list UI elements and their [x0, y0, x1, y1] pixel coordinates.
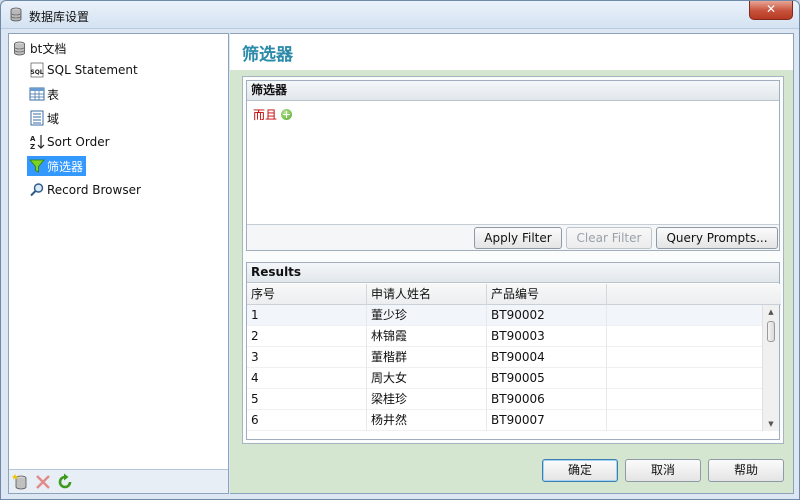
table-cell: 3 — [247, 347, 367, 368]
table-cell: BT90002 — [487, 305, 607, 326]
table-icon — [29, 87, 45, 101]
tree-root-database[interactable]: bt文档 — [13, 39, 66, 57]
table-cell: 周大女 — [367, 368, 487, 389]
table-row[interactable]: 3 董楷群 BT90004 — [247, 347, 763, 368]
table-cell — [607, 410, 763, 431]
table-cell — [607, 326, 763, 347]
database-icon — [10, 7, 22, 22]
close-button[interactable]: ✕ — [749, 1, 793, 20]
sort-az-icon: A Z — [30, 135, 45, 150]
svg-text:SQL: SQL — [30, 69, 43, 76]
page-title: 筛选器 — [242, 45, 293, 65]
column-header[interactable]: 产品编号 — [487, 284, 607, 305]
tree-item-label: 域 — [47, 111, 60, 126]
tree-item-label: Sort Order — [47, 135, 110, 149]
cancel-button[interactable]: 取消 — [625, 459, 701, 482]
tree-item-label: 表 — [47, 87, 60, 102]
title-bar[interactable]: 数据库设置 ✕ — [1, 1, 799, 29]
scroll-up-arrow-icon[interactable]: ▲ — [763, 305, 779, 319]
table-cell: 董少珍 — [367, 305, 487, 326]
filter-button-bar: Apply Filter Clear Filter Query Prompts.… — [247, 224, 779, 250]
clear-filter-button[interactable]: Clear Filter — [566, 227, 652, 249]
svg-text:A: A — [30, 135, 36, 143]
table-row[interactable]: 1 董少珍 BT90002 — [247, 305, 763, 326]
and-operator-link[interactable]: 而且 — [253, 106, 277, 123]
add-condition-icon[interactable] — [281, 109, 292, 120]
sql-icon: SQL — [30, 62, 44, 78]
tree-item-filter[interactable]: 筛选器 — [27, 156, 87, 176]
filter-group: 筛选器 而且 Apply Filter Clear Filter Query P… — [246, 80, 780, 251]
table-row[interactable]: 2 林锦霞 BT90003 — [247, 326, 763, 347]
table-cell: 6 — [247, 410, 367, 431]
table-cell: BT90006 — [487, 389, 607, 410]
table-cell: BT90004 — [487, 347, 607, 368]
svg-text:Z: Z — [30, 143, 35, 150]
refresh-icon[interactable] — [56, 473, 74, 491]
tree-item-label: Record Browser — [47, 183, 141, 197]
filter-editor-area[interactable]: 而且 — [247, 102, 779, 224]
results-vertical-scrollbar[interactable]: ▲ ▼ — [762, 305, 779, 431]
query-prompts-button[interactable]: Query Prompts... — [656, 227, 778, 249]
table-row[interactable]: 6 杨井然 BT90007 — [247, 410, 763, 431]
tree-root-label: bt文档 — [30, 41, 67, 56]
apply-filter-button[interactable]: Apply Filter — [474, 227, 562, 249]
delete-icon[interactable] — [34, 473, 52, 491]
results-group: Results 序号 申请人姓名 产品编号 1 董少珍 BT90002 2 林锦… — [246, 262, 781, 440]
tree-item-label: 筛选器 — [47, 159, 84, 174]
tree-toolbar — [9, 469, 228, 493]
content-body: 筛选器 而且 Apply Filter Clear Filter Query P… — [230, 70, 794, 494]
table-cell: 董楷群 — [367, 347, 487, 368]
scrollbar-thumb[interactable] — [767, 321, 775, 342]
filter-content-box: 筛选器 而且 Apply Filter Clear Filter Query P… — [242, 76, 784, 444]
table-cell: 梁桂珍 — [367, 389, 487, 410]
table-cell: 2 — [247, 326, 367, 347]
tree-item-fields[interactable]: 域 — [27, 108, 62, 128]
tree-item-label: SQL Statement — [47, 63, 138, 77]
table-cell: BT90007 — [487, 410, 607, 431]
table-header-row: 序号 申请人姓名 产品编号 — [247, 284, 781, 305]
table-cell: 林锦霞 — [367, 326, 487, 347]
table-cell — [607, 389, 763, 410]
table-row[interactable]: 5 梁桂珍 BT90006 — [247, 389, 763, 410]
window-title: 数据库设置 — [29, 10, 90, 24]
table-cell: 5 — [247, 389, 367, 410]
column-header[interactable]: 序号 — [247, 284, 367, 305]
table-row[interactable]: 4 周大女 BT90005 — [247, 368, 763, 389]
table-cell: 1 — [247, 305, 367, 326]
tree-item-sort-order[interactable]: A Z Sort Order — [27, 132, 113, 152]
table-cell: BT90003 — [487, 326, 607, 347]
content-header: 筛选器 — [230, 33, 794, 70]
search-icon — [30, 183, 44, 197]
table-cell — [607, 347, 763, 368]
tree-item-record-browser[interactable]: Record Browser — [27, 180, 144, 200]
scroll-down-arrow-icon[interactable]: ▼ — [763, 417, 779, 431]
table-cell: 杨井然 — [367, 410, 487, 431]
tree-item-sql-statement[interactable]: SQL SQL Statement — [27, 60, 141, 80]
results-group-header: Results — [247, 263, 779, 283]
table-cell: 4 — [247, 368, 367, 389]
column-header[interactable]: 申请人姓名 — [367, 284, 487, 305]
help-button[interactable]: 帮助 — [708, 459, 784, 482]
dialog-window: 数据库设置 ✕ bt文档 SQL SQL Statement 表 域 A Z S… — [0, 0, 800, 500]
settings-tree-panel: bt文档 SQL SQL Statement 表 域 A Z Sort Orde… — [8, 33, 229, 494]
database-icon — [14, 41, 25, 55]
column-header[interactable] — [607, 284, 781, 305]
filter-group-header: 筛选器 — [247, 81, 779, 101]
filter-funnel-icon — [29, 159, 45, 173]
add-database-icon[interactable] — [12, 473, 30, 491]
table-cell — [607, 368, 763, 389]
table-cell — [607, 305, 763, 326]
tree-item-tables[interactable]: 表 — [27, 84, 62, 104]
fields-icon — [30, 110, 44, 126]
table-cell: BT90005 — [487, 368, 607, 389]
ok-button[interactable]: 确定 — [542, 459, 618, 482]
